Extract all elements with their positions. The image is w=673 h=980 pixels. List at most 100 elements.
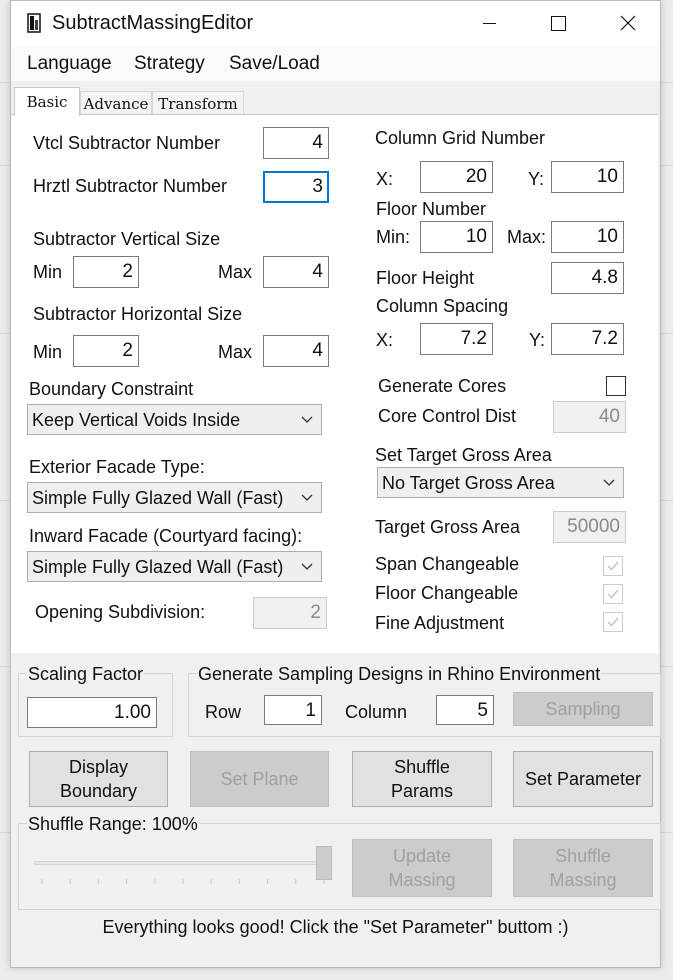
column-spacing-y-label: Y: <box>529 330 546 350</box>
menu-bar: Language Strategy Save/Load <box>11 45 660 81</box>
sampling-button: Sampling <box>513 692 653 726</box>
span-changeable-checkbox <box>603 556 623 576</box>
chevron-down-icon <box>301 494 313 501</box>
scaling-factor-input[interactable]: 1.00 <box>27 697 157 728</box>
vertical-size-max-input[interactable]: 4 <box>263 256 329 288</box>
boundary-constraint-dropdown[interactable]: Keep Vertical Voids Inside <box>27 404 322 435</box>
column-grid-x-label: X: <box>376 169 394 189</box>
floor-changeable-checkbox <box>603 584 623 604</box>
hrztl-subtractor-label: Hrztl Subtractor Number <box>33 176 228 196</box>
vertical-size-max-label: Max <box>218 262 253 282</box>
close-button[interactable] <box>604 1 650 45</box>
column-spacing-x-input[interactable]: 7.2 <box>420 323 493 355</box>
update-massing-label-line1: Update <box>392 846 452 866</box>
horizontal-size-min-input[interactable]: 2 <box>73 335 139 367</box>
column-spacing-x-label: X: <box>376 330 394 350</box>
display-boundary-button[interactable]: Display Boundary <box>29 751 168 807</box>
fine-adjustment-label: Fine Adjustment <box>375 613 505 633</box>
tab-basic[interactable]: Basic <box>14 87 80 116</box>
column-label: Column <box>345 702 408 722</box>
sampling-button-label: Sampling <box>545 699 621 719</box>
set-parameter-button[interactable]: Set Parameter <box>513 751 653 807</box>
window-title: SubtractMassingEditor <box>52 12 254 34</box>
display-boundary-label-line2: Boundary <box>59 781 138 801</box>
display-boundary-label-line1: Display <box>68 757 129 777</box>
generate-cores-label: Generate Cores <box>378 376 507 396</box>
tab-strip: Basic Advance Transform <box>11 81 660 116</box>
exterior-facade-dropdown[interactable]: Simple Fully Glazed Wall (Fast) <box>27 482 322 513</box>
update-massing-label-line2: Massing <box>388 870 456 890</box>
shuffle-massing-label-line1: Shuffle <box>555 846 611 866</box>
chevron-down-icon <box>301 563 313 570</box>
column-input[interactable]: 5 <box>436 695 494 725</box>
floor-min-input[interactable]: 10 <box>420 221 493 253</box>
chevron-down-icon <box>301 416 313 423</box>
set-plane-label: Set Plane <box>220 769 299 789</box>
vertical-size-label: Subtractor Vertical Size <box>33 229 221 249</box>
chevron-down-icon <box>603 479 615 486</box>
maximize-button[interactable] <box>535 1 581 45</box>
shuffle-params-button[interactable]: Shuffle Params <box>352 751 492 807</box>
horizontal-size-max-label: Max <box>218 342 253 362</box>
boundary-constraint-label: Boundary Constraint <box>29 379 194 399</box>
shuffle-params-label-line2: Params <box>390 781 453 801</box>
menu-strategy[interactable]: Strategy <box>134 53 205 75</box>
row-input[interactable]: 1 <box>264 695 322 725</box>
exterior-facade-label: Exterior Facade Type: <box>29 457 205 477</box>
column-grid-x-input[interactable]: 20 <box>420 161 493 193</box>
target-gross-area-dropdown[interactable]: No Target Gross Area <box>377 467 624 498</box>
update-massing-button: Update Massing <box>352 839 492 897</box>
set-parameter-label: Set Parameter <box>524 769 642 789</box>
set-plane-button: Set Plane <box>190 751 329 807</box>
row-label: Row <box>205 702 242 722</box>
menu-language[interactable]: Language <box>27 53 112 75</box>
inward-facade-value: Simple Fully Glazed Wall (Fast) <box>32 557 284 577</box>
floor-changeable-label: Floor Changeable <box>375 583 519 603</box>
minimize-button[interactable] <box>466 1 512 45</box>
menu-save-load[interactable]: Save/Load <box>229 53 320 75</box>
horizontal-size-min-label: Min <box>33 342 63 362</box>
opening-subdivision-input: 2 <box>253 597 327 629</box>
shuffle-massing-label-line2: Massing <box>549 870 617 890</box>
column-grid-y-label: Y: <box>528 169 545 189</box>
inward-facade-label: Inward Facade (Courtyard facing): <box>29 526 303 546</box>
target-gross-area-option: No Target Gross Area <box>382 473 555 493</box>
tab-transform[interactable]: Transform <box>152 91 244 115</box>
shuffle-range-label: Shuffle Range: 100% <box>27 814 199 835</box>
column-grid-y-input[interactable]: 10 <box>551 161 624 193</box>
core-control-dist-label: Core Control Dist <box>378 406 517 426</box>
shuffle-range-slider-track[interactable] <box>34 861 332 865</box>
target-gross-area-label: Target Gross Area <box>375 517 521 537</box>
title-bar[interactable]: SubtractMassingEditor <box>11 1 660 45</box>
vertical-size-min-input[interactable]: 2 <box>73 256 139 288</box>
vtcl-subtractor-input[interactable]: 4 <box>263 127 329 159</box>
opening-subdivision-label: Opening Subdivision: <box>35 602 206 622</box>
hrztl-subtractor-input[interactable]: 3 <box>263 171 329 203</box>
horizontal-size-label: Subtractor Horizontal Size <box>33 304 243 324</box>
generate-cores-checkbox[interactable] <box>606 376 626 396</box>
status-message: Everything looks good! Click the "Set Pa… <box>102 917 569 937</box>
floor-height-label: Floor Height <box>376 268 475 288</box>
span-changeable-label: Span Changeable <box>375 554 520 574</box>
vertical-size-min-label: Min <box>33 262 63 282</box>
shuffle-range-slider-thumb[interactable] <box>316 846 332 880</box>
column-spacing-y-input[interactable]: 7.2 <box>551 323 624 355</box>
horizontal-size-max-input[interactable]: 4 <box>263 335 329 367</box>
tab-advance[interactable]: Advance <box>80 91 152 115</box>
checkmark-icon <box>607 617 619 627</box>
app-icon <box>27 13 41 33</box>
fine-adjustment-checkbox <box>603 612 623 632</box>
sampling-group-label: Generate Sampling Designs in Rhino Envir… <box>197 664 602 685</box>
column-grid-label: Column Grid Number <box>375 128 546 148</box>
set-target-gross-area-label: Set Target Gross Area <box>375 445 552 465</box>
floor-max-input[interactable]: 10 <box>551 221 624 253</box>
scaling-factor-label: Scaling Factor <box>27 664 145 685</box>
shuffle-params-label-line1: Shuffle <box>394 757 450 777</box>
checkmark-icon <box>607 561 619 571</box>
checkmark-icon <box>607 589 619 599</box>
maximize-icon <box>551 16 566 31</box>
floor-height-input[interactable]: 4.8 <box>551 262 624 294</box>
exterior-facade-value: Simple Fully Glazed Wall (Fast) <box>32 488 284 508</box>
target-gross-area-input: 50000 <box>553 511 626 543</box>
inward-facade-dropdown[interactable]: Simple Fully Glazed Wall (Fast) <box>27 551 322 582</box>
